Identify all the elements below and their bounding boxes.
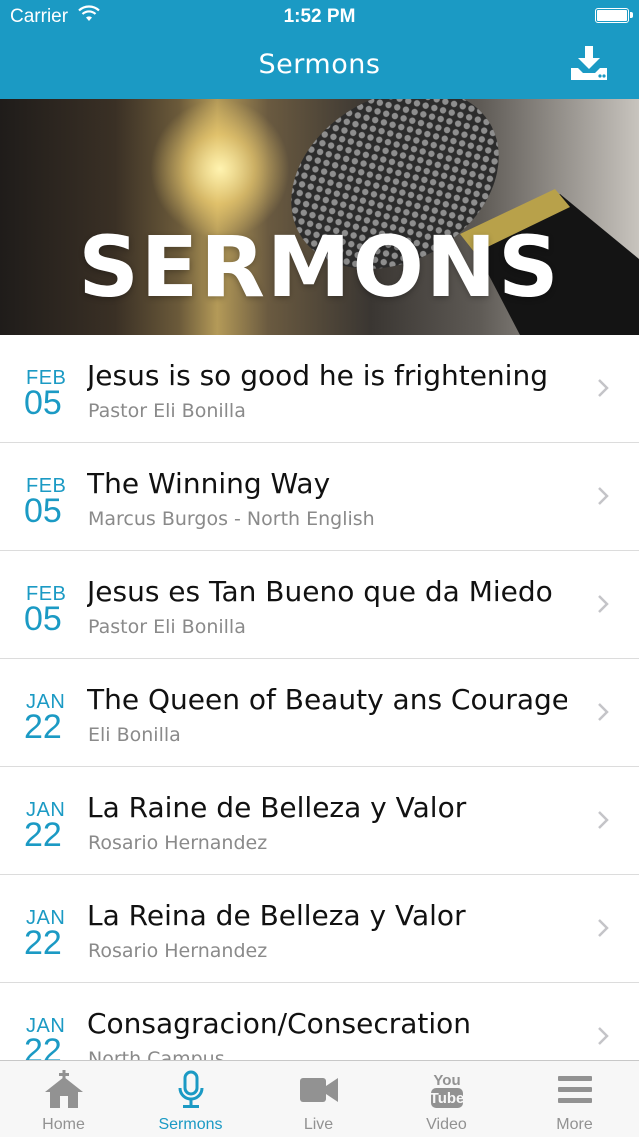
tab-video[interactable]: You Tube Video — [383, 1061, 510, 1137]
svg-text:Tube: Tube — [430, 1090, 465, 1107]
chevron-right-icon — [598, 1027, 609, 1045]
banner-title: SERMONS — [78, 218, 561, 316]
video-camera-icon — [300, 1078, 338, 1102]
tab-label: Sermons — [158, 1116, 223, 1133]
sermon-title: La Raine de Belleza y Valor — [87, 791, 467, 824]
svg-text:You: You — [433, 1072, 460, 1089]
youtube-icon: You Tube — [430, 1072, 465, 1108]
chevron-right-icon — [598, 595, 609, 613]
status-bar: Carrier 1:52 PM — [0, 0, 639, 34]
sermon-list[interactable]: FEB 05 Jesus is so good he is frightening P… — [0, 335, 639, 1060]
page-title: Sermons — [258, 49, 381, 80]
sermon-title: The Queen of Beauty ans Courage — [87, 683, 567, 716]
clock: 1:52 PM — [283, 6, 356, 27]
navigation-bar: Sermons — [0, 34, 639, 99]
tab-more[interactable]: More — [511, 1061, 638, 1137]
date-day: 05 — [24, 384, 62, 422]
tab-home[interactable]: Home — [0, 1061, 127, 1137]
sermon-row[interactable]: FEB 05 The Winning Way Marcus Burgos - Nort… — [0, 443, 639, 551]
chevron-right-icon — [598, 379, 609, 397]
chevron-right-icon — [598, 811, 609, 829]
menu-icon — [558, 1076, 592, 1103]
chevron-right-icon — [598, 487, 609, 505]
sermons-banner: SERMONS — [0, 99, 639, 335]
sermon-speaker: Pastor Eli Bonilla — [88, 400, 246, 422]
date-day: 22 — [24, 816, 62, 854]
tab-label: Video — [426, 1116, 467, 1133]
sermon-title: Jesus es Tan Bueno que da Miedo — [87, 575, 553, 608]
tab-live[interactable]: Live — [255, 1061, 382, 1137]
sermon-row[interactable]: FEB 05 Jesus es Tan Bueno que da Miedo Past… — [0, 551, 639, 659]
microphone-icon — [178, 1070, 204, 1108]
sermon-speaker: Pastor Eli Bonilla — [88, 616, 246, 638]
sermon-row[interactable]: JAN 22 The Queen of Beauty ans Courage Eli … — [0, 659, 639, 767]
sermon-title: Consagracion/Consecration — [87, 1007, 472, 1040]
sermon-speaker: Eli Bonilla — [88, 724, 181, 746]
chevron-right-icon — [598, 703, 609, 721]
date-day: 05 — [24, 492, 62, 530]
sermon-row[interactable]: FEB 05 Jesus is so good he is frightening P… — [0, 335, 639, 443]
chevron-right-icon — [598, 919, 609, 937]
sermon-speaker: North Campus — [88, 1048, 225, 1060]
date-day: 22 — [24, 1032, 62, 1060]
sermon-speaker: Rosario Hernandez — [88, 940, 268, 962]
sermon-speaker: Marcus Burgos - North English — [88, 508, 375, 530]
tab-bar: Home Sermons Live You Tube Video More — [0, 1060, 639, 1137]
sermon-title: The Winning Way — [87, 467, 331, 500]
tab-sermons[interactable]: Sermons — [127, 1061, 254, 1137]
tab-label: More — [556, 1116, 593, 1133]
sermon-title: La Reina de Belleza y Valor — [87, 899, 466, 932]
date-day: 05 — [24, 600, 62, 638]
sermon-row[interactable]: JAN 22 La Reina de Belleza y Valor Rosario … — [0, 875, 639, 983]
sermon-speaker: Rosario Hernandez — [88, 832, 268, 854]
sermon-row[interactable]: JAN 22 Consagracion/Consecration North Camp… — [0, 983, 639, 1060]
date-day: 22 — [24, 708, 62, 746]
sermon-title: Jesus is so good he is frightening — [87, 359, 548, 392]
sermon-row[interactable]: JAN 22 La Raine de Belleza y Valor Rosario … — [0, 767, 639, 875]
tab-label: Live — [303, 1116, 334, 1133]
battery-icon — [595, 8, 633, 23]
download-icon[interactable] — [569, 44, 609, 84]
date-day: 22 — [24, 924, 62, 962]
church-icon — [45, 1070, 83, 1108]
tab-label: Home — [42, 1116, 85, 1133]
